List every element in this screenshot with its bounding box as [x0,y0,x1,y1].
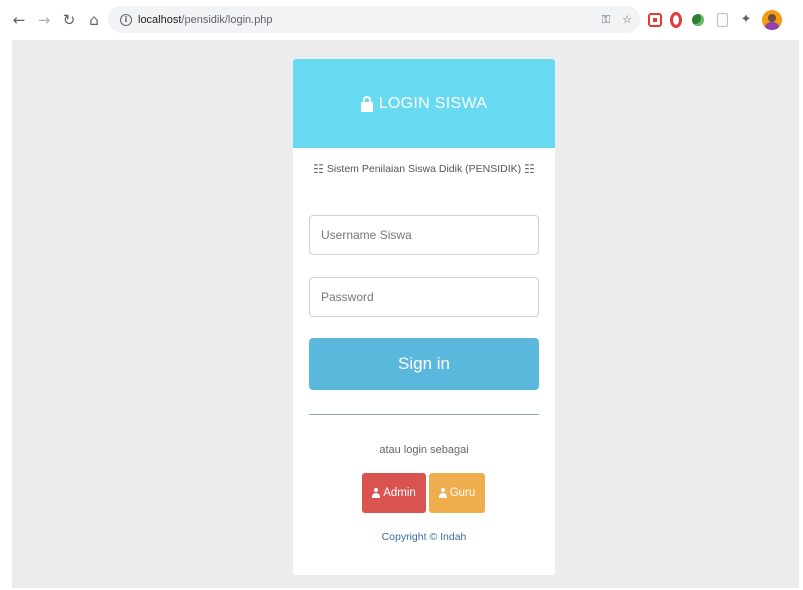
save-extension-icon[interactable] [648,12,662,27]
login-card: LOGIN SISWA ☷ Sistem Penilaian Siswa Did… [293,59,555,575]
star-icon[interactable]: ☆ [622,13,632,26]
subtitle-text: Sistem Penilaian Siswa Didik (PENSIDIK) [326,163,522,175]
app-subtitle: ☷ Sistem Penilaian Siswa Didik (PENSIDIK… [293,162,555,176]
puzzle-extensions-icon[interactable]: ✦ [738,12,754,28]
certificate-icon: ☷ [524,162,535,176]
username-input[interactable] [309,215,539,255]
back-icon[interactable]: ← [8,9,30,31]
lock-icon [360,95,373,112]
sign-in-button[interactable]: Sign in [309,338,539,390]
address-url[interactable]: localhost/pensidik/login.php [138,14,273,26]
profile-avatar[interactable] [762,9,782,30]
password-input[interactable] [309,277,539,317]
browser-nav-buttons: ← → ↻ ⌂ [8,9,105,31]
login-header: LOGIN SISWA [293,59,555,148]
forward-icon[interactable]: → [33,9,55,31]
page-background: LOGIN SISWA ☷ Sistem Penilaian Siswa Did… [12,40,799,588]
url-path: /pensidik/login.php [181,13,273,26]
address-bar[interactable]: i localhost/pensidik/login.php ⚿ ☆ [108,6,640,33]
login-title: LOGIN SISWA [378,94,488,112]
extension-icons: ✦ [648,6,782,33]
user-icon [372,488,381,498]
key-icon[interactable]: ⚿ [602,13,610,27]
role-buttons: Admin Guru [362,473,485,513]
certificate-icon: ☷ [313,162,324,176]
opera-extension-icon[interactable] [670,11,682,28]
copyright-text: Copyright © Indah [381,531,467,543]
url-host: localhost [138,13,182,26]
document-extension-icon[interactable] [716,12,728,27]
home-icon[interactable]: ⌂ [83,9,105,31]
info-icon[interactable]: i [120,13,132,26]
admin-label: Admin [383,487,416,499]
divider [309,414,539,415]
user-icon [438,488,447,498]
alt-login-text: atau login sebagai [379,444,469,456]
reload-icon[interactable]: ↻ [58,9,80,31]
admin-login-button[interactable]: Admin [362,473,426,513]
guru-label: Guru [449,487,476,499]
guru-login-button[interactable]: Guru [429,473,485,513]
green-extension-icon[interactable] [692,13,704,26]
browser-toolbar: ← → ↻ ⌂ i localhost/pensidik/login.php ⚿… [0,0,803,40]
address-bar-actions: ⚿ ☆ [602,6,632,33]
